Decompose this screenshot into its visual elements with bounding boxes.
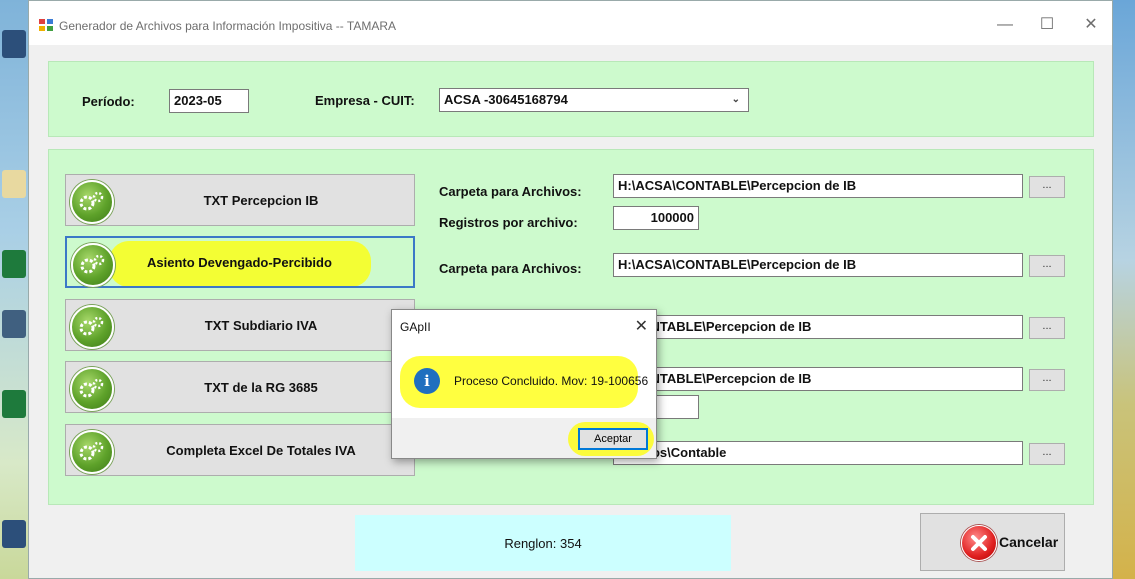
carpeta-input[interactable]: al\datos\Contable	[613, 441, 1023, 465]
message-dialog: GApII ✕ i Proceso Concluido. Mov: 19-100…	[391, 309, 657, 459]
gears-icon	[70, 180, 114, 224]
empresa-label: Empresa - CUIT:	[315, 93, 415, 108]
dialog-title: GApII	[400, 320, 431, 334]
dialog-footer: Aceptar	[392, 418, 656, 458]
browse-button[interactable]: ...	[1029, 369, 1065, 391]
button-label: TXT Percepcion IB	[203, 192, 319, 208]
registros-input[interactable]: 100000	[613, 206, 699, 230]
title-bar: Generador de Archivos para Información I…	[29, 1, 1112, 45]
info-icon: i	[414, 368, 440, 394]
excel-icon[interactable]	[2, 390, 26, 418]
asiento-devengado-percibido-button[interactable]: Asiento Devengado-Percibido	[65, 236, 415, 288]
txt-subdiario-iva-button[interactable]: TXT Subdiario IVA	[65, 299, 415, 351]
completa-excel-totales-iva-button[interactable]: Completa Excel De Totales IVA	[65, 424, 415, 476]
carpeta-label: Carpeta para Archivos:	[439, 261, 582, 276]
button-label: Completa Excel De Totales IVA	[166, 442, 356, 458]
carpeta-input[interactable]: A\CONTABLE\Percepcion de IB	[613, 315, 1023, 339]
desktop-icons-strip	[0, 20, 28, 560]
empresa-select-value: ACSA -30645168794	[444, 92, 568, 107]
carpeta-input[interactable]: A\CONTABLE\Percepcion de IB	[613, 367, 1023, 391]
gears-icon	[70, 305, 114, 349]
periodo-label: Período:	[82, 94, 135, 109]
browse-button[interactable]: ...	[1029, 443, 1065, 465]
dialog-message: Proceso Concluido. Mov: 19-100656	[454, 374, 649, 388]
close-button[interactable]: ✕	[1079, 13, 1103, 37]
periodo-input[interactable]: 2023-05	[169, 89, 249, 113]
desktop-icon[interactable]	[2, 170, 26, 198]
registros-label: Registros por archivo:	[439, 215, 578, 230]
desktop-icon[interactable]	[2, 30, 26, 58]
browse-button[interactable]: ...	[1029, 255, 1065, 277]
desktop-icon[interactable]	[2, 310, 26, 338]
gears-icon	[70, 430, 114, 474]
cancel-x-icon	[961, 525, 997, 561]
excel-icon[interactable]	[2, 250, 26, 278]
cancel-label: Cancelar	[999, 534, 1059, 550]
dialog-close-button[interactable]: ✕	[635, 316, 648, 336]
txt-percepcion-ib-button[interactable]: TXT Percepcion IB	[65, 174, 415, 226]
minimize-button[interactable]: —	[993, 13, 1017, 37]
browse-button[interactable]: ...	[1029, 176, 1065, 198]
gears-icon	[71, 243, 115, 287]
txt-rg-3685-button[interactable]: TXT de la RG 3685	[65, 361, 415, 413]
desktop-icon[interactable]	[2, 520, 26, 548]
button-label: TXT de la RG 3685	[204, 379, 318, 395]
cancel-button[interactable]: Cancelar	[920, 513, 1065, 571]
carpeta-input[interactable]: H:\ACSA\CONTABLE\Percepcion de IB	[613, 253, 1023, 277]
app-icon	[39, 19, 53, 31]
maximize-button[interactable]: ☐	[1035, 13, 1059, 37]
gears-icon	[70, 367, 114, 411]
browse-button[interactable]: ...	[1029, 317, 1065, 339]
app-window: Generador de Archivos para Información I…	[28, 0, 1113, 579]
aceptar-button[interactable]: Aceptar	[578, 428, 648, 450]
carpeta-label: Carpeta para Archivos:	[439, 184, 582, 199]
button-label: TXT Subdiario IVA	[204, 317, 318, 333]
empresa-select[interactable]: ACSA -30645168794 ⌄	[439, 88, 749, 112]
window-title: Generador de Archivos para Información I…	[59, 19, 397, 33]
status-bar: Renglon: 354	[355, 515, 731, 571]
carpeta-input[interactable]: H:\ACSA\CONTABLE\Percepcion de IB	[613, 174, 1023, 198]
desktop-background	[1113, 0, 1135, 579]
button-label: Asiento Devengado-Percibido	[147, 254, 332, 270]
chevron-down-icon: ⌄	[731, 94, 740, 105]
